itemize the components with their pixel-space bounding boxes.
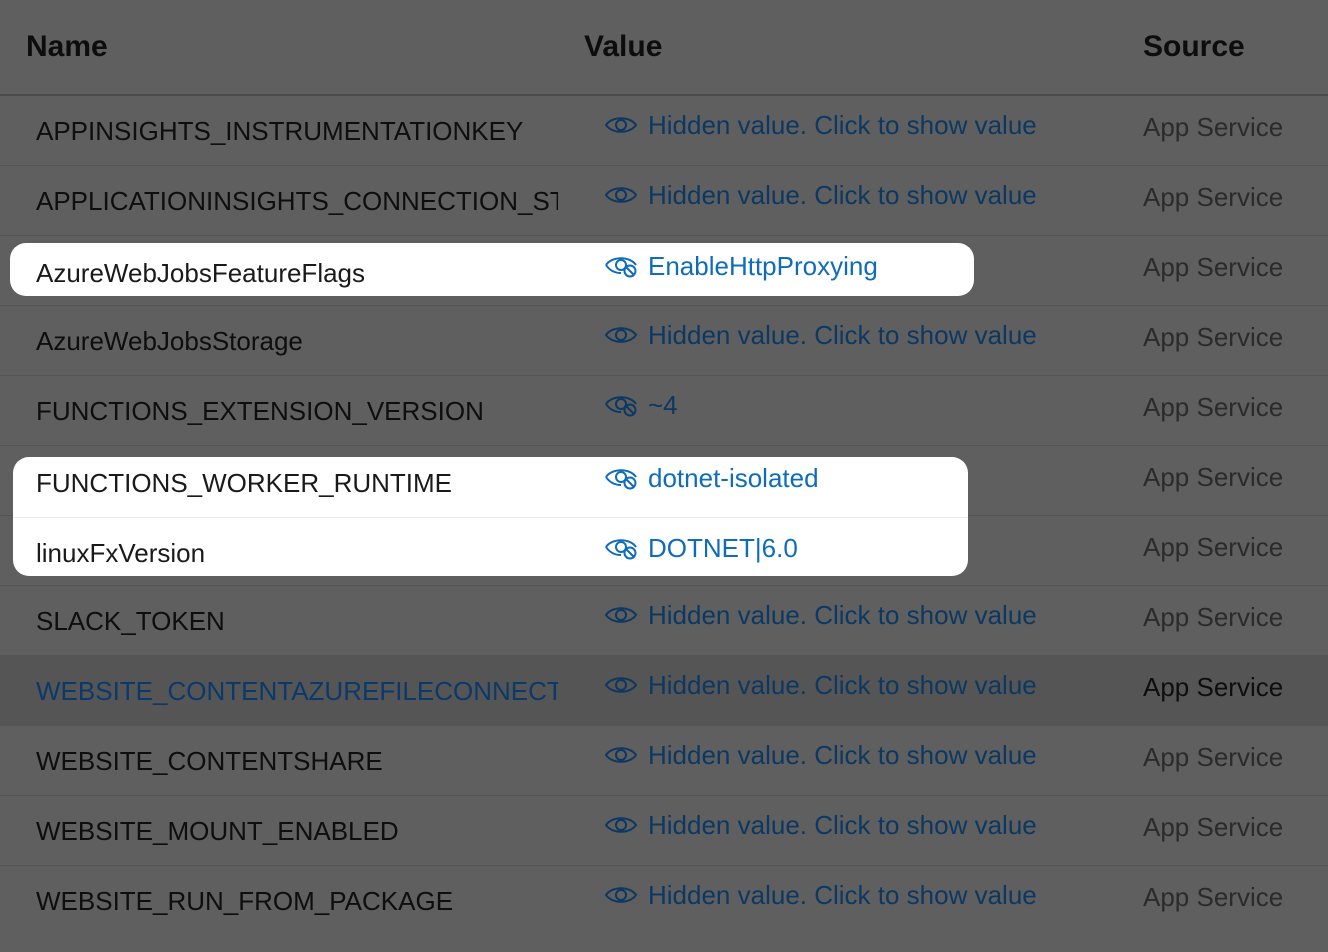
table-row[interactable]: AzureWebJobsStorage Hidden value. Click …	[0, 306, 1328, 376]
eye-hide-icon	[604, 466, 638, 490]
eye-icon	[604, 183, 638, 207]
setting-source: App Service	[1143, 532, 1284, 562]
setting-source: App Service	[1143, 112, 1284, 142]
setting-name[interactable]: WEBSITE_RUN_FROM_PACKAGE	[36, 886, 558, 917]
setting-source: App Service	[1143, 462, 1284, 492]
table-row[interactable]: WEBSITE_CONTENTSHARE Hidden value. Click…	[0, 726, 1328, 796]
setting-name[interactable]: WEBSITE_CONTENTAZUREFILECONNECTIONS	[36, 676, 558, 707]
column-header-name[interactable]: Name	[26, 30, 108, 64]
shown-value[interactable]: DOTNET|6.0	[604, 531, 798, 565]
table-row[interactable]: SLACK_TOKEN Hidden value. Click to show …	[0, 586, 1328, 656]
setting-source: App Service	[1143, 602, 1284, 632]
hidden-value-link[interactable]: Hidden value. Click to show value	[604, 318, 1037, 352]
highlighted-setting[interactable]: FUNCTIONS_WORKER_RUNTIME dotnet-isolated	[13, 457, 968, 517]
table-row[interactable]: WEBSITE_RUN_FROM_PACKAGE Hidden value. C…	[0, 866, 1328, 936]
table-header: Name Value Source	[0, 0, 1328, 96]
setting-name[interactable]: SLACK_TOKEN	[36, 606, 558, 637]
table-row[interactable]: WEBSITE_MOUNT_ENABLED Hidden value. Clic…	[0, 796, 1328, 866]
setting-source: App Service	[1143, 882, 1284, 912]
column-header-source[interactable]: Source	[1143, 30, 1245, 64]
eye-icon	[604, 673, 638, 697]
setting-source: App Service	[1143, 392, 1284, 422]
highlighted-settings-group: FUNCTIONS_WORKER_RUNTIME dotnet-isolated…	[13, 457, 968, 576]
setting-name[interactable]: AzureWebJobsFeatureFlags	[36, 258, 558, 289]
setting-name[interactable]: WEBSITE_CONTENTSHARE	[36, 746, 558, 777]
setting-source: App Service	[1143, 182, 1284, 212]
setting-source: App Service	[1143, 742, 1284, 772]
hidden-value-link[interactable]: Hidden value. Click to show value	[604, 108, 1037, 142]
setting-name[interactable]: APPLICATIONINSIGHTS_CONNECTION_STRIN	[36, 186, 558, 217]
hidden-value-link[interactable]: Hidden value. Click to show value	[604, 738, 1037, 772]
eye-icon	[604, 813, 638, 837]
highlighted-setting[interactable]: AzureWebJobsFeatureFlags EnableHttpProxy…	[10, 243, 974, 296]
eye-hide-icon	[604, 536, 638, 560]
setting-source: App Service	[1143, 252, 1284, 282]
setting-source: App Service	[1143, 672, 1284, 702]
table-row-selected[interactable]: WEBSITE_CONTENTAZUREFILECONNECTIONS Hidd…	[0, 656, 1328, 726]
shown-value[interactable]: ~4	[604, 388, 678, 422]
setting-name[interactable]: APPINSIGHTS_INSTRUMENTATIONKEY	[36, 116, 558, 147]
eye-icon	[604, 603, 638, 627]
hidden-value-link[interactable]: Hidden value. Click to show value	[604, 178, 1037, 212]
eye-hide-icon	[604, 393, 638, 417]
eye-icon	[604, 883, 638, 907]
hidden-value-link[interactable]: Hidden value. Click to show value	[604, 808, 1037, 842]
setting-name[interactable]: FUNCTIONS_WORKER_RUNTIME	[36, 468, 558, 499]
setting-name[interactable]: WEBSITE_MOUNT_ENABLED	[36, 816, 558, 847]
table-row[interactable]: APPINSIGHTS_INSTRUMENTATIONKEY Hidden va…	[0, 96, 1328, 166]
table-row[interactable]: FUNCTIONS_EXTENSION_VERSION ~4 App Servi…	[0, 376, 1328, 446]
hidden-value-link[interactable]: Hidden value. Click to show value	[604, 878, 1037, 912]
shown-value[interactable]: EnableHttpProxying	[604, 249, 878, 283]
setting-name[interactable]: AzureWebJobsStorage	[36, 326, 558, 357]
setting-source: App Service	[1143, 322, 1284, 352]
shown-value[interactable]: dotnet-isolated	[604, 461, 819, 495]
eye-icon	[604, 323, 638, 347]
eye-hide-icon	[604, 254, 638, 278]
hidden-value-link[interactable]: Hidden value. Click to show value	[604, 598, 1037, 632]
eye-icon	[604, 743, 638, 767]
setting-source: App Service	[1143, 812, 1284, 842]
table-row[interactable]: APPLICATIONINSIGHTS_CONNECTION_STRIN Hid…	[0, 166, 1328, 236]
column-header-value[interactable]: Value	[584, 30, 662, 64]
hidden-value-link[interactable]: Hidden value. Click to show value	[604, 668, 1037, 702]
setting-name[interactable]: linuxFxVersion	[36, 538, 558, 569]
highlighted-setting[interactable]: linuxFxVersion DOTNET|6.0	[13, 517, 968, 576]
setting-name[interactable]: FUNCTIONS_EXTENSION_VERSION	[36, 396, 558, 427]
eye-icon	[604, 113, 638, 137]
